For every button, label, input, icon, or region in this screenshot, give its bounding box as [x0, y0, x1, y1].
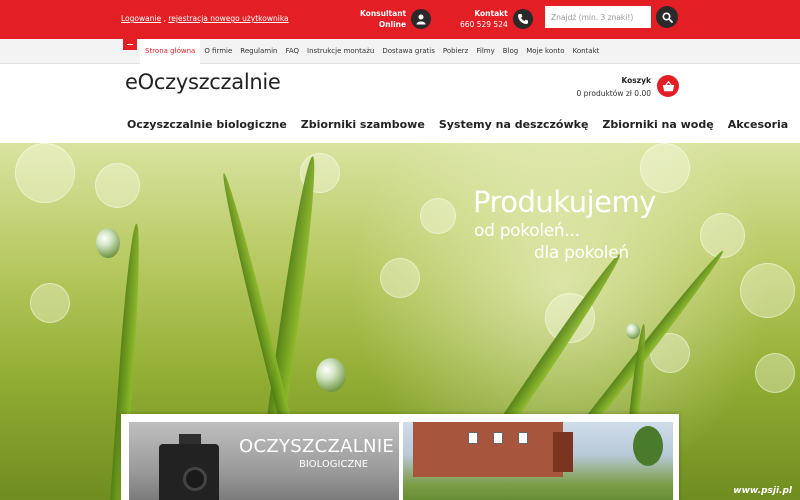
category-septic-tanks[interactable]: Zbiorniki szambowe: [293, 112, 431, 137]
basket-icon[interactable]: [657, 75, 679, 97]
search-input[interactable]: [545, 6, 651, 28]
tree-illustration: [633, 426, 663, 466]
house-window: [493, 432, 503, 444]
contact-text: Kontakt 660 529 524: [460, 8, 508, 30]
consultant-text: Konsultant Online: [360, 8, 406, 30]
tank-port: [183, 467, 207, 491]
watermark: www.psji.pl: [733, 486, 792, 496]
contact-phone-number: 660 529 524: [460, 20, 508, 29]
secondary-nav: Strona główna O firmie Regulamin FAQ Ins…: [140, 39, 603, 64]
subnav-item-terms[interactable]: Regulamin: [236, 39, 281, 64]
home-icon[interactable]: [123, 39, 137, 50]
bokeh-light: [95, 163, 140, 208]
subnav-item-films[interactable]: Filmy: [472, 39, 498, 64]
consultant-status: Online: [378, 20, 407, 29]
water-droplet: [626, 323, 640, 339]
link-separator: ,: [163, 14, 166, 23]
subnav-item-faq[interactable]: FAQ: [281, 39, 303, 64]
consultant-label: Konsultant: [360, 9, 407, 18]
cart-status: 0 produktów zł 0.00: [576, 89, 651, 98]
hero-headline: Produkujemy: [473, 185, 656, 219]
showcase-tile-house[interactable]: [403, 422, 673, 500]
category-rainwater-systems[interactable]: Systemy na deszczówkę: [431, 112, 595, 137]
login-link[interactable]: Logowanie: [121, 14, 161, 23]
bokeh-light: [740, 263, 795, 318]
house-window: [518, 432, 528, 444]
showcase-tile-subtitle: BIOLOGICZNE: [299, 459, 369, 470]
register-link[interactable]: rejestracja nowego użytkownika: [168, 14, 288, 23]
category-accessories[interactable]: Akcesoria: [720, 112, 795, 137]
subnav-item-contact[interactable]: Kontakt: [569, 39, 604, 64]
subnav-item-downloads[interactable]: Pobierz: [439, 39, 473, 64]
subnav-item-blog[interactable]: Blog: [499, 39, 522, 64]
search-icon: [661, 8, 673, 27]
subnav-item-about[interactable]: O firmie: [200, 39, 236, 64]
water-droplet: [96, 228, 120, 258]
category-nav: Oczyszczalnie biologiczne Zbiorniki szam…: [121, 112, 794, 137]
showcase-panel: OCZYSZCZALNIE BIOLOGICZNE: [121, 414, 679, 500]
site-logo[interactable]: eOczyszczalnie: [125, 70, 281, 94]
user-icon: [411, 9, 432, 29]
water-droplet: [316, 358, 346, 392]
subnav-item-installation[interactable]: Instrukcje montażu: [303, 39, 378, 64]
subnav-item-my-account[interactable]: Moje konto: [522, 39, 568, 64]
phone-icon: [512, 9, 533, 29]
hero-subline-2: dla pokoleń: [534, 243, 629, 263]
account-links: Logowanie , rejestracja nowego użytkowni…: [121, 14, 289, 23]
bokeh-light: [755, 353, 795, 393]
subnav-item-free-delivery[interactable]: Dostawa gratis: [378, 39, 439, 64]
contact-phone-block[interactable]: Kontakt 660 529 524: [460, 6, 533, 32]
subnav-item-home[interactable]: Strona główna: [140, 39, 201, 64]
bokeh-light: [420, 198, 456, 234]
category-biological-treatment[interactable]: Oczyszczalnie biologiczne: [121, 112, 293, 137]
hero-subline-1: od pokoleń...: [474, 221, 580, 241]
consultant-online[interactable]: Konsultant Online: [360, 6, 432, 32]
cart-summary[interactable]: Koszyk 0 produktów zł 0.00: [577, 74, 651, 100]
cart-title: Koszyk: [621, 76, 651, 85]
showcase-tile-biological[interactable]: OCZYSZCZALNIE BIOLOGICZNE: [129, 422, 399, 500]
showcase-tile-title: OCZYSZCZALNIE: [239, 436, 395, 457]
house-window: [468, 432, 478, 444]
search-button[interactable]: [656, 6, 678, 28]
bokeh-light: [380, 258, 420, 298]
house-door: [553, 432, 573, 472]
bokeh-light: [15, 143, 75, 203]
bokeh-light: [30, 283, 70, 323]
category-water-tanks[interactable]: Zbiorniki na wodę: [594, 112, 719, 137]
contact-label: Kontakt: [474, 9, 508, 18]
house-illustration: [413, 422, 563, 477]
